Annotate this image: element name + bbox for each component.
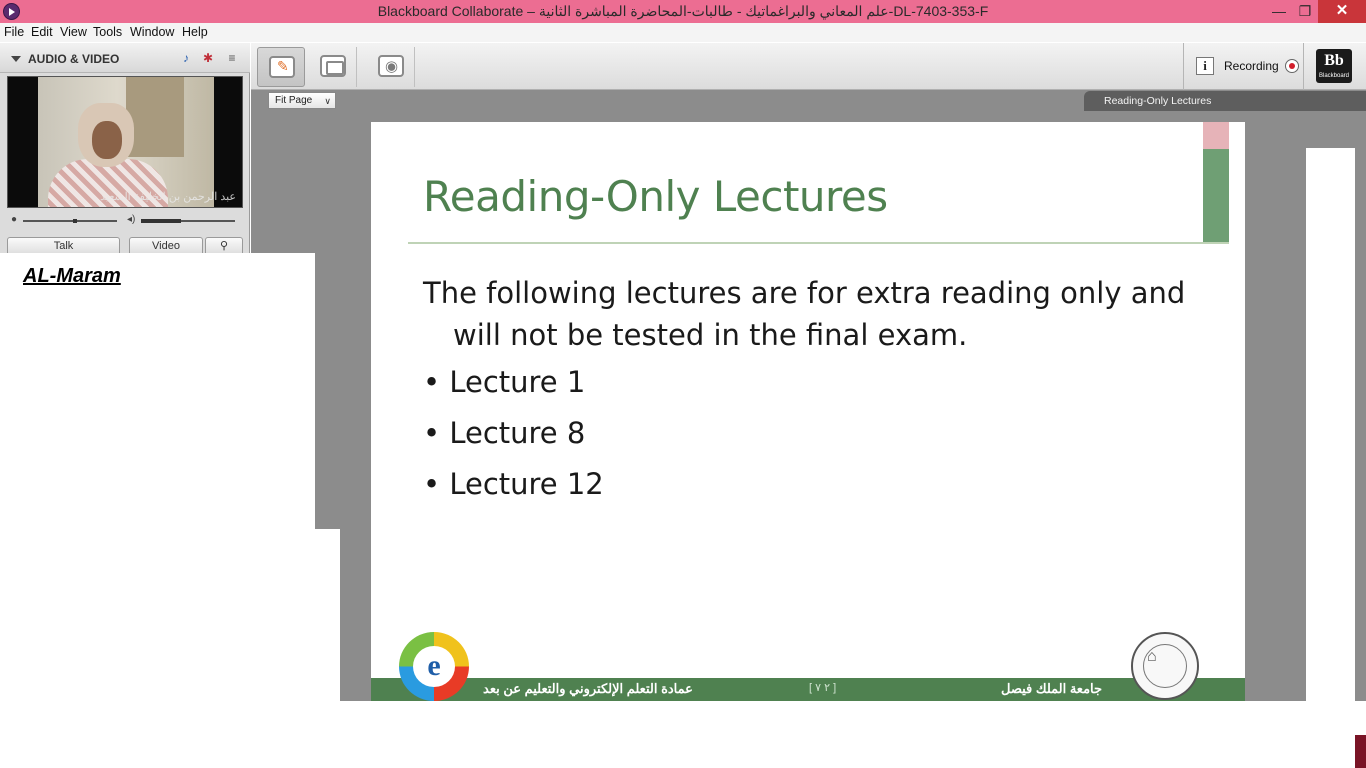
main-toolbar: i Recording Bb Blackboard bbox=[251, 43, 1366, 90]
right-overlay-strip bbox=[1306, 148, 1355, 768]
maximize-button[interactable]: ❐ bbox=[1294, 0, 1316, 23]
menu-view[interactable]: View bbox=[60, 25, 87, 39]
slide-intro-line-1: The following lectures are for extra rea… bbox=[423, 276, 1186, 310]
footer-deanship-text: عمادة التعلم الإلكتروني والتعليم عن بعد bbox=[483, 681, 693, 696]
chevron-down-icon: ∨ bbox=[324, 96, 331, 106]
title-bar: Blackboard Collaborate – علم المعاني وال… bbox=[0, 0, 1366, 23]
presenter-face bbox=[92, 121, 122, 159]
mic-slider-handle[interactable] bbox=[73, 219, 77, 223]
menu-help[interactable]: Help bbox=[182, 25, 208, 39]
slide-intro-line-2: will not be tested in the final exam. bbox=[453, 318, 968, 352]
slide-intro: The following lectures are for extra rea… bbox=[423, 272, 1213, 356]
slide: Reading-Only Lectures The following lect… bbox=[371, 122, 1245, 701]
volume-controls: ● ◂) bbox=[7, 214, 243, 228]
video-feed: عبد الرحمن بن الخليفة السعيد bbox=[7, 76, 243, 208]
minimize-button[interactable]: — bbox=[1268, 0, 1290, 23]
audio-video-header[interactable]: AUDIO & VIDEO ♪ ✱ ≡ bbox=[0, 43, 250, 73]
overlay-label: AL-Maram bbox=[23, 265, 121, 287]
menu-edit[interactable]: Edit bbox=[31, 25, 53, 39]
close-button[interactable]: ✕ bbox=[1318, 0, 1366, 23]
speaker-volume-fill bbox=[141, 219, 181, 223]
university-seal-icon: ⌂ bbox=[1131, 632, 1199, 700]
menu-window[interactable]: Window bbox=[130, 25, 174, 39]
record-button[interactable] bbox=[1285, 59, 1299, 73]
slide-title-divider bbox=[408, 242, 1229, 244]
slide-title-tab[interactable]: Reading-Only Lectures bbox=[1084, 91, 1366, 111]
menu-tools[interactable]: Tools bbox=[93, 25, 122, 39]
whiteboard-mode-button[interactable] bbox=[257, 47, 305, 87]
video-door bbox=[126, 77, 184, 157]
collaborate-window: Blackboard Collaborate – علم المعاني وال… bbox=[0, 0, 1366, 768]
slide-bullet-lecture-1: • Lecture 1 bbox=[423, 365, 586, 399]
video-caption: عبد الرحمن بن الخليفة السعيد bbox=[100, 191, 236, 203]
menu-file[interactable]: File bbox=[4, 25, 24, 39]
web-tour-icon bbox=[378, 55, 404, 77]
whiteboard-icon bbox=[269, 56, 295, 78]
right-bottom-overlay bbox=[1245, 701, 1355, 768]
blackboard-logo-text: Bb bbox=[1324, 52, 1344, 69]
audio-setup-icon[interactable]: ♪ bbox=[178, 51, 194, 65]
mic-volume-slider[interactable] bbox=[23, 220, 117, 222]
collapse-caret-icon[interactable] bbox=[11, 56, 21, 62]
window-title: Blackboard Collaborate – علم المعاني وال… bbox=[377, 3, 989, 19]
blackboard-logo: Bb Blackboard bbox=[1316, 49, 1352, 83]
speaker-icon: ◂) bbox=[127, 214, 136, 225]
zoom-select-value: Fit Page bbox=[275, 95, 313, 106]
recording-label: Recording bbox=[1224, 59, 1279, 73]
app-share-mode-button[interactable] bbox=[309, 47, 357, 87]
university-seal-emblem: ⌂ bbox=[1147, 648, 1157, 665]
blackboard-logo-subtext: Blackboard bbox=[1318, 73, 1350, 79]
toolbar-divider bbox=[1183, 43, 1184, 90]
footer-page-number: [ ٢ ٧ ] bbox=[809, 682, 837, 694]
audio-video-panel: AUDIO & VIDEO ♪ ✱ ≡ عبد الرحمن بن الخليف… bbox=[0, 43, 250, 255]
audio-video-title: AUDIO & VIDEO bbox=[28, 52, 120, 66]
bottom-overlay bbox=[340, 701, 1366, 768]
menu-bar: File Edit View Tools Window Help bbox=[0, 23, 1366, 42]
zoom-select[interactable]: Fit Page ∨ bbox=[268, 92, 336, 109]
microphone-icon: ● bbox=[11, 214, 18, 225]
info-icon[interactable]: i bbox=[1196, 57, 1214, 75]
video-settings-icon[interactable]: ✱ bbox=[200, 51, 216, 65]
panel-menu-icon[interactable]: ≡ bbox=[224, 51, 240, 65]
footer-university-text: جامعة الملك فيصل bbox=[1001, 681, 1103, 696]
slide-accent-pink bbox=[1203, 122, 1229, 149]
right-edge-mark bbox=[1355, 735, 1366, 768]
elearning-logo: e bbox=[399, 632, 469, 701]
slide-footer: عمادة التعلم الإلكتروني والتعليم عن بعد … bbox=[371, 678, 1245, 701]
slide-bullet-lecture-8: • Lecture 8 bbox=[423, 416, 586, 450]
slide-title: Reading-Only Lectures bbox=[423, 172, 888, 221]
web-tour-mode-button[interactable] bbox=[367, 47, 415, 87]
slide-bullet-lecture-12: • Lecture 12 bbox=[423, 467, 604, 501]
slide-accent-green bbox=[1203, 149, 1229, 243]
elearning-logo-letter: e bbox=[413, 646, 455, 687]
app-share-icon bbox=[320, 55, 346, 77]
toolbar-divider bbox=[1303, 43, 1304, 90]
notes-overlay-lower bbox=[0, 529, 340, 768]
